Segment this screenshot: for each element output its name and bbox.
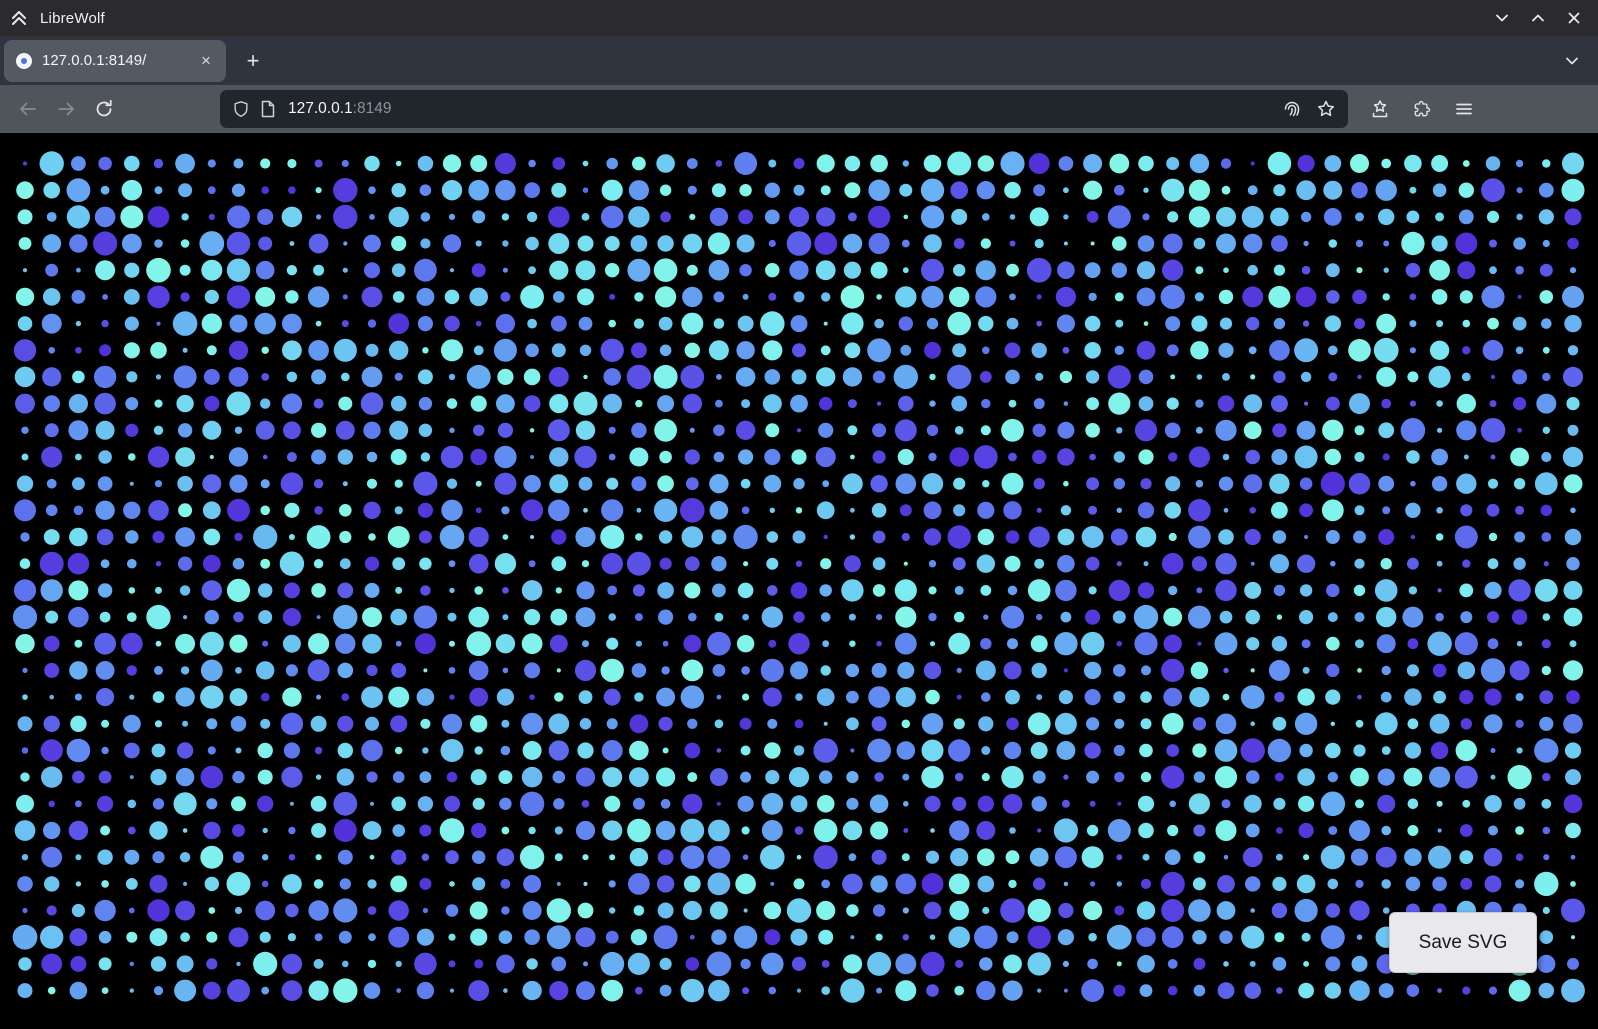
list-all-tabs-button[interactable] <box>1556 45 1588 77</box>
tab-favicon-icon <box>16 53 32 69</box>
star-tray-icon <box>1370 99 1390 119</box>
back-button[interactable] <box>10 91 46 127</box>
toolbar-right-icons <box>1362 91 1482 127</box>
tab-title: 127.0.0.1:8149/ <box>42 52 194 69</box>
puzzle-piece-icon <box>1412 99 1432 119</box>
url-port: :8149 <box>353 100 392 117</box>
titlebar-left: LibreWolf <box>10 10 105 27</box>
minimize-button[interactable] <box>1488 5 1516 31</box>
dot-grid <box>0 133 1598 1029</box>
bookmark-star-icon[interactable] <box>1316 99 1336 119</box>
arrow-right-icon <box>55 98 77 120</box>
menu-button[interactable] <box>1446 91 1482 127</box>
forward-button[interactable] <box>48 91 84 127</box>
browser-window: LibreWolf 127.0.0.1:8149/ × + <box>0 0 1598 1029</box>
shield-icon <box>232 100 250 118</box>
double-chevron-up-icon <box>10 10 28 26</box>
window-titlebar: LibreWolf <box>0 0 1598 36</box>
close-window-button[interactable] <box>1560 5 1588 31</box>
urlbar-action-icons <box>1282 99 1336 119</box>
reload-button[interactable] <box>86 91 122 127</box>
library-button[interactable] <box>1362 91 1398 127</box>
window-controls <box>1488 5 1588 31</box>
maximize-button[interactable] <box>1524 5 1552 31</box>
chevron-up-icon <box>1530 10 1546 26</box>
navigation-toolbar: 127.0.0.1:8149 <box>0 85 1598 133</box>
reload-icon <box>94 99 114 119</box>
tab-strip: 127.0.0.1:8149/ × + <box>0 36 1598 85</box>
url-bar[interactable]: 127.0.0.1:8149 <box>220 90 1348 128</box>
page-info-icon <box>260 100 276 118</box>
url-text: 127.0.0.1:8149 <box>288 100 1282 118</box>
hamburger-menu-icon <box>1454 99 1474 119</box>
extensions-button[interactable] <box>1404 91 1440 127</box>
tab-close-button[interactable]: × <box>194 49 218 73</box>
chevron-down-icon <box>1494 10 1510 26</box>
arrow-left-icon <box>17 98 39 120</box>
url-host: 127.0.0.1 <box>288 100 353 117</box>
save-svg-button[interactable]: Save SVG <box>1389 912 1537 973</box>
fingerprint-icon[interactable] <box>1282 99 1302 119</box>
window-title: LibreWolf <box>40 10 105 27</box>
new-tab-button[interactable]: + <box>236 44 270 78</box>
page-content: Save SVG <box>0 133 1598 1029</box>
close-icon <box>1566 10 1582 26</box>
tab-localhost[interactable]: 127.0.0.1:8149/ × <box>4 40 226 82</box>
chevron-down-icon <box>1564 53 1580 69</box>
